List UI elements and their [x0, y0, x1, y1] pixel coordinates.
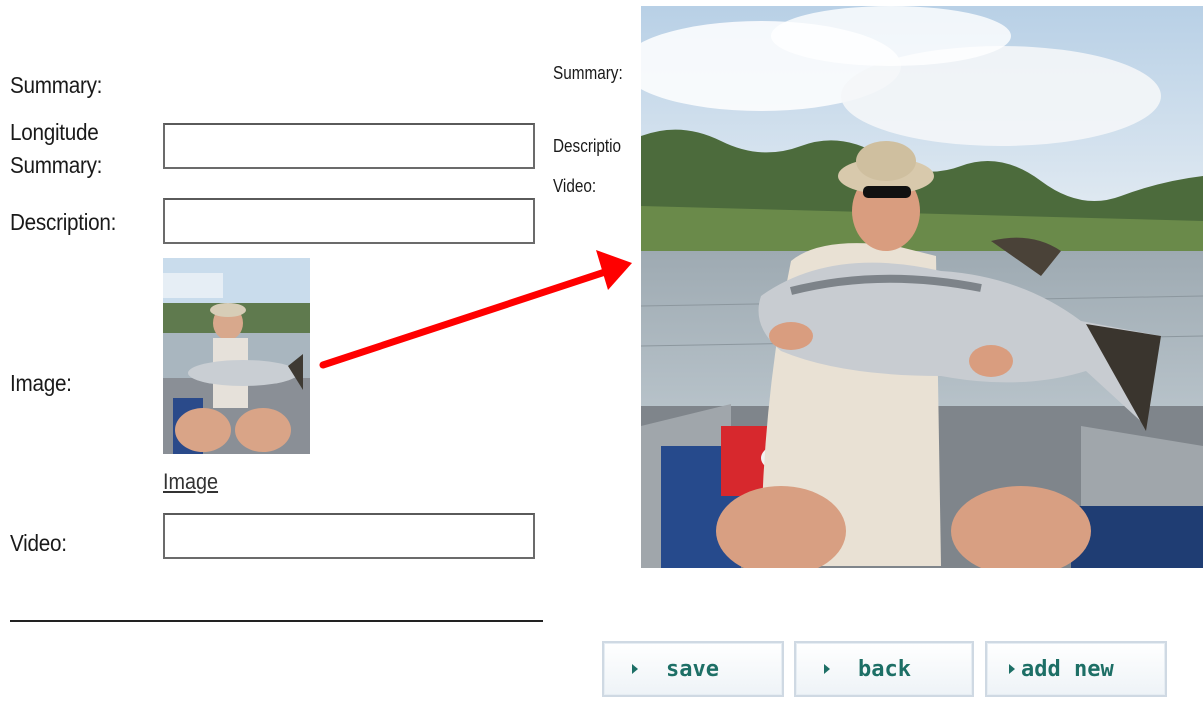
image-link[interactable]: Image — [163, 469, 218, 495]
add-new-button[interactable]: add new — [985, 641, 1167, 697]
video-input[interactable] — [163, 513, 535, 559]
back-button[interactable]: back — [794, 641, 974, 697]
save-button-label: save — [666, 656, 719, 682]
arrow-right-icon — [1009, 664, 1015, 674]
enlarged-image-preview — [641, 6, 1203, 568]
fishing-photo-thumbnail — [163, 258, 310, 454]
arrow-right-icon — [632, 664, 638, 674]
overlay-video-label: Video: — [553, 176, 597, 196]
divider — [10, 620, 543, 622]
video-label: Video: — [10, 530, 67, 556]
back-button-label: back — [858, 656, 911, 682]
image-thumbnail[interactable] — [163, 258, 310, 454]
fishing-photo-large — [641, 6, 1203, 568]
save-button[interactable]: save — [602, 641, 784, 697]
description-label: Description: — [10, 209, 117, 235]
arrow-right-icon — [824, 664, 830, 674]
longitude-label-line1: Longitude — [10, 119, 99, 145]
overlay-summary-label: Summary: — [553, 63, 623, 83]
overlay-description-label: Descriptio — [553, 136, 622, 156]
longitude-summary-input[interactable] — [163, 123, 535, 169]
summary-label: Summary: — [10, 72, 103, 98]
longitude-label-line2: Summary: — [10, 152, 103, 178]
description-input[interactable] — [163, 198, 535, 244]
image-label: Image: — [10, 370, 72, 396]
add-new-button-label: add new — [1021, 656, 1114, 682]
